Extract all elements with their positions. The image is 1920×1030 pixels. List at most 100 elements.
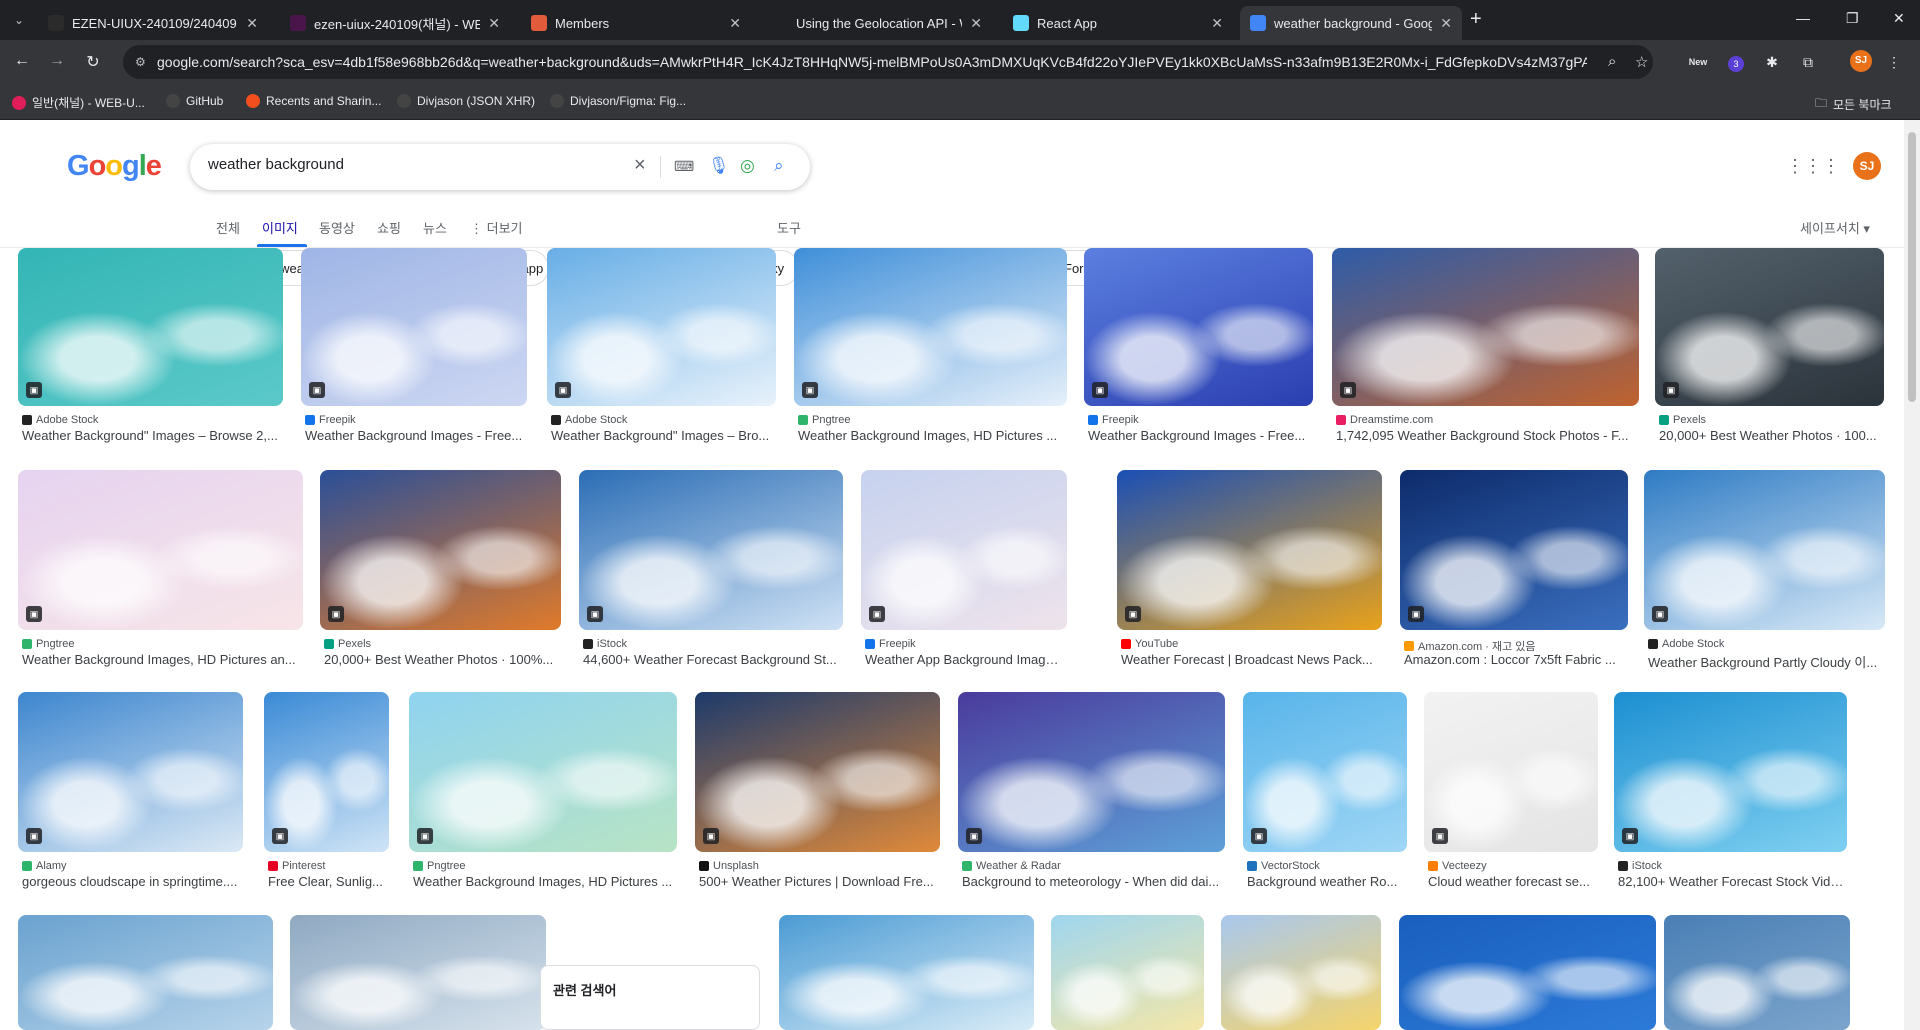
result-source[interactable]: YouTube [1121, 638, 1380, 650]
image-thumbnail[interactable]: ▣ [1400, 470, 1628, 630]
result-caption[interactable]: Free Clear, Sunlig... [268, 874, 387, 889]
extension-gear-icon[interactable]: ✱ [1760, 50, 1784, 74]
image-thumbnail[interactable]: ▣ [1424, 692, 1598, 852]
image-thumbnail[interactable]: ▣ [1332, 248, 1639, 406]
result-caption[interactable]: Cloud weather forecast se... [1428, 874, 1596, 889]
browser-tab[interactable]: weather background - Google ✕ [1240, 6, 1462, 40]
tab-shopping[interactable]: 쇼핑 [377, 218, 401, 237]
extension-badge-icon[interactable]: 3 [1724, 50, 1748, 74]
result-source[interactable]: Adobe Stock [1648, 638, 1883, 650]
scrollbar-thumb[interactable] [1908, 132, 1916, 402]
image-thumbnail[interactable]: ▣ [320, 470, 561, 630]
result-source[interactable]: Freepik [1088, 414, 1311, 426]
image-thumbnail[interactable] [18, 915, 273, 1030]
image-thumbnail[interactable]: ▣ [794, 248, 1067, 406]
result-caption[interactable]: 1,742,095 Weather Background Stock Photo… [1336, 428, 1637, 443]
image-thumbnail[interactable] [779, 915, 1034, 1030]
result-source[interactable]: Freepik [305, 414, 525, 426]
result-source[interactable]: Dreamstime.com [1336, 414, 1637, 426]
result-caption[interactable]: 20,000+ Best Weather Photos · 100... [1659, 428, 1882, 443]
image-thumbnail[interactable] [290, 915, 546, 1030]
safe-search-dropdown[interactable]: 세이프서치 ▾ [1800, 218, 1870, 237]
image-thumbnail[interactable]: ▣ [18, 248, 283, 406]
tab-more[interactable]: ⋮ 더보기 [470, 218, 523, 237]
result-caption[interactable]: Weather App Background Images - Fr... [865, 652, 1065, 667]
result-caption[interactable]: 82,100+ Weather Forecast Stock Videos - … [1618, 874, 1845, 889]
result-caption[interactable]: Weather Background" Images – Browse 2,..… [22, 428, 281, 443]
tab-images[interactable]: 이미지 [262, 218, 298, 237]
bookmark-item[interactable]: Divjason (JSON XHR) [397, 94, 535, 108]
result-source[interactable]: Alamy [22, 860, 241, 872]
browser-tab[interactable]: React App ✕ [1003, 6, 1233, 40]
result-source[interactable]: Pngtree [22, 638, 301, 650]
result-caption[interactable]: 500+ Weather Pictures | Download Fre... [699, 874, 938, 889]
related-searches-card[interactable]: 관련 검색어 [540, 965, 760, 1030]
bookmark-item[interactable]: Recents and Sharin... [246, 94, 381, 108]
result-source[interactable]: Pinterest [268, 860, 387, 872]
result-caption[interactable]: gorgeous cloudscape in springtime.... [22, 874, 241, 889]
account-avatar[interactable]: SJ [1853, 152, 1881, 180]
site-info-icon[interactable]: ⚙ [135, 55, 149, 69]
result-source[interactable]: Pexels [324, 638, 559, 650]
zoom-icon[interactable]: ⌕ [1608, 53, 1616, 70]
browser-tab[interactable]: EZEN-UIUX-240109/240409 at ✕ [38, 6, 268, 40]
image-thumbnail[interactable]: ▣ [1084, 248, 1313, 406]
image-thumbnail[interactable]: ▣ [18, 470, 303, 630]
result-source[interactable]: Vecteezy [1428, 860, 1596, 872]
search-icon[interactable]: ⌕ [774, 156, 784, 176]
result-caption[interactable]: Weather Background Images - Free... [305, 428, 525, 443]
browser-tab[interactable]: ezen-uiux-240109(채널) - WEB ✕ [280, 6, 510, 40]
result-caption[interactable]: 20,000+ Best Weather Photos · 100%... [324, 652, 559, 667]
close-tab-icon[interactable]: ✕ [488, 15, 500, 32]
result-caption[interactable]: Weather Background Images, HD Pictures .… [413, 874, 675, 889]
bookmark-item[interactable]: 일반(채널) - WEB-U... [12, 94, 145, 111]
image-thumbnail[interactable]: ▣ [1243, 692, 1407, 852]
close-window-icon[interactable]: ✕ [1893, 10, 1905, 27]
image-thumbnail[interactable]: ▣ [18, 692, 243, 852]
url-text[interactable]: google.com/search?sca_esv=4db1f58e968bb2… [157, 54, 1587, 70]
tab-news[interactable]: 뉴스 [423, 218, 447, 237]
image-thumbnail[interactable]: ▣ [695, 692, 940, 852]
image-thumbnail[interactable]: ▣ [1644, 470, 1885, 630]
back-icon[interactable]: ← [12, 52, 32, 70]
result-source[interactable]: Pexels [1659, 414, 1882, 426]
all-bookmarks[interactable]: 🗀 모든 북마크 [1815, 94, 1892, 115]
result-source[interactable]: Freepik [865, 638, 1065, 650]
close-tab-icon[interactable]: ✕ [246, 15, 258, 32]
result-caption[interactable]: Background weather Ro... [1247, 874, 1405, 889]
image-thumbnail[interactable] [1051, 915, 1204, 1030]
result-source[interactable]: iStock [1618, 860, 1845, 872]
result-caption[interactable]: Weather Forecast | Broadcast News Pack..… [1121, 652, 1380, 667]
close-tab-icon[interactable]: ✕ [1440, 15, 1452, 32]
close-tab-icon[interactable]: ✕ [1211, 15, 1223, 32]
microphone-icon[interactable]: 🎙 [708, 156, 730, 176]
close-tab-icon[interactable]: ✕ [729, 15, 741, 32]
profile-avatar[interactable]: SJ [1850, 50, 1872, 72]
search-input[interactable] [208, 156, 608, 173]
google-lens-icon[interactable]: ◎ [740, 156, 755, 176]
bookmark-item[interactable]: GitHub [166, 94, 223, 108]
google-apps-icon[interactable]: ⋮⋮⋮ [1786, 156, 1840, 177]
result-source[interactable]: Adobe Stock [22, 414, 281, 426]
minimize-icon[interactable]: — [1796, 10, 1810, 26]
result-source[interactable]: VectorStock [1247, 860, 1405, 872]
tab-videos[interactable]: 동영상 [319, 218, 355, 237]
result-caption[interactable]: 44,600+ Weather Forecast Background St..… [583, 652, 841, 667]
image-thumbnail[interactable]: ▣ [409, 692, 677, 852]
result-caption[interactable]: Weather Background Images, HD Pictures a… [22, 652, 301, 667]
bookmark-star-icon[interactable]: ☆ [1635, 53, 1648, 71]
address-bar[interactable]: ⚙ google.com/search?sca_esv=4db1f58e968b… [123, 45, 1653, 79]
result-caption[interactable]: Weather Background Partly Cloudy 이... [1648, 652, 1883, 671]
image-thumbnail[interactable]: ▣ [547, 248, 776, 406]
result-caption[interactable]: Weather Background Images - Free... [1088, 428, 1311, 443]
extensions-puzzle-icon[interactable]: ⧉ [1796, 50, 1820, 74]
bookmark-item[interactable]: Divjason/Figma: Fig... [550, 94, 686, 108]
result-source[interactable]: Weather & Radar [962, 860, 1223, 872]
forward-icon[interactable]: → [47, 52, 67, 70]
browser-tab[interactable]: Using the Geolocation API - W ✕ [762, 6, 992, 40]
new-tab-button[interactable]: + [1470, 8, 1482, 31]
result-caption[interactable]: Amazon.com : Loccor 7x5ft Fabric ... [1404, 652, 1626, 667]
result-source[interactable]: iStock [583, 638, 841, 650]
clear-icon[interactable]: × [634, 154, 646, 177]
image-thumbnail[interactable] [1221, 915, 1381, 1030]
